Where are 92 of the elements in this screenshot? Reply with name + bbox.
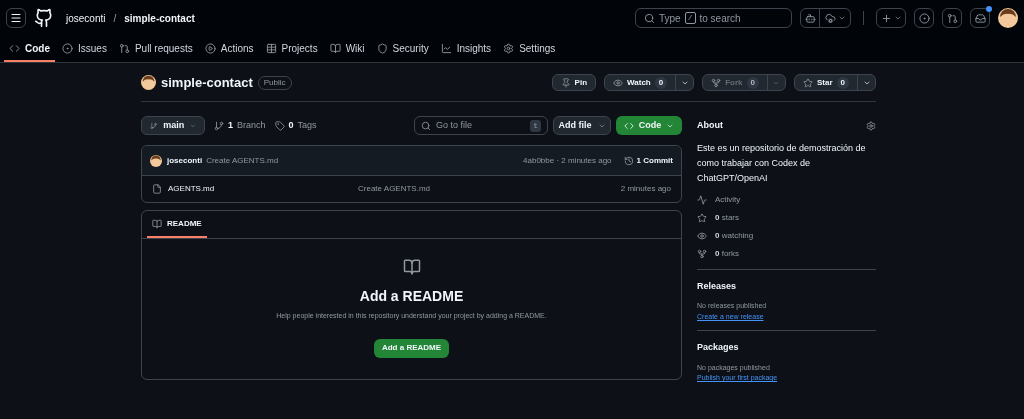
caret-icon — [837, 14, 846, 22]
commit-author[interactable]: joseconti — [167, 154, 203, 167]
go-to-file-field[interactable]: Go to file t — [414, 116, 548, 135]
about-heading: About — [697, 119, 723, 132]
repo-tab[interactable]: Issues — [57, 36, 112, 62]
repo-tab[interactable]: Security — [371, 36, 434, 62]
commits-link[interactable]: 1 Commit — [623, 154, 673, 167]
gear-icon — [503, 42, 515, 54]
repo-tab[interactable]: Wiki — [324, 36, 370, 62]
repo-tab[interactable]: Actions — [199, 36, 259, 62]
file-time: 2 minutes ago — [620, 183, 671, 195]
create-new-button[interactable] — [876, 8, 906, 28]
file-icon — [152, 184, 162, 194]
add-file-button[interactable]: Add file — [553, 116, 611, 135]
repo-tab[interactable]: Pull requests — [113, 36, 198, 62]
search-field[interactable]: Type / to search — [635, 8, 792, 28]
counter: 0 — [836, 76, 849, 89]
cloud-icon — [824, 12, 836, 24]
fork-icon — [711, 77, 722, 88]
counter: 0 — [654, 76, 668, 89]
repo-title: simple-contact — [161, 73, 253, 92]
file-commit-message[interactable]: Create AGENTS.md — [358, 183, 431, 195]
file-name[interactable]: AGENTS.md — [168, 183, 358, 195]
chart-icon — [440, 42, 452, 54]
book-icon — [402, 258, 421, 276]
table-icon — [265, 42, 277, 54]
branch-icon — [214, 120, 224, 131]
about-stat-link[interactable]: 0 watching — [697, 229, 876, 243]
search-icon — [421, 120, 431, 131]
owner-avatar — [141, 75, 156, 90]
search-placeholder: to search — [699, 11, 741, 26]
counter: 0 — [746, 76, 759, 89]
user-avatar — [998, 8, 1018, 28]
pull-request-icon — [946, 12, 958, 24]
readme-tab[interactable]: README — [147, 211, 207, 238]
book-icon — [329, 42, 341, 54]
history-icon — [623, 155, 634, 166]
repo-tab[interactable]: Insights — [435, 36, 497, 62]
code-icon — [9, 42, 20, 54]
inbox-icon — [974, 12, 986, 24]
repo-tab[interactable]: Projects — [260, 36, 323, 62]
code-button[interactable]: Code — [616, 116, 682, 135]
star-icon — [697, 213, 707, 223]
shortcut-key: t — [530, 119, 541, 132]
about-description: Este es un repositorio de demostración de como trabajar con Codex de ChatGPT/OpenAI — [697, 141, 867, 185]
repo-tab[interactable]: Settings — [498, 36, 561, 62]
about-stat-link[interactable]: Activity — [697, 193, 876, 207]
commit-hash-time: 4ab0bbe · 2 minutes ago — [523, 154, 612, 167]
repo-tab[interactable]: Code — [4, 36, 55, 62]
github-logo-icon[interactable] — [34, 8, 54, 28]
fork-icon — [697, 249, 707, 259]
tag-icon — [274, 120, 285, 131]
packages-heading: Packages — [697, 341, 740, 354]
book-icon — [152, 218, 162, 229]
repo-link[interactable]: simple-contact — [124, 10, 195, 26]
eye-icon — [697, 231, 707, 241]
about-stat-link[interactable]: 0 stars — [697, 211, 876, 225]
code-icon — [623, 120, 634, 131]
branch-icon — [150, 120, 158, 131]
menu-button[interactable] — [6, 8, 26, 28]
issues-button[interactable] — [914, 8, 934, 28]
shield-icon — [376, 42, 388, 54]
about-stat-link[interactable]: 0 forks — [697, 247, 876, 261]
menu-icon — [10, 12, 22, 24]
releases-heading: Releases — [697, 279, 738, 293]
search-icon — [644, 12, 655, 24]
circle-dot-icon — [918, 12, 930, 24]
gear-icon[interactable] — [866, 120, 876, 131]
commit-message[interactable]: Create AGENTS.md — [206, 154, 279, 167]
plus-icon — [880, 12, 892, 24]
field-placeholder: Go to file — [436, 118, 473, 132]
readme-heading: Add a README — [359, 287, 464, 306]
tags-link[interactable]: 0 Tags — [274, 118, 317, 133]
path-separator: / — [113, 11, 117, 26]
shortcut-key: / — [684, 12, 696, 24]
owner-link[interactable]: joseconti — [66, 10, 106, 26]
activity-icon — [697, 195, 707, 205]
pin-button[interactable]: Pin — [552, 75, 596, 90]
eye-icon — [613, 77, 624, 88]
star-icon — [803, 77, 813, 88]
search-placeholder: Type — [659, 11, 681, 26]
robot-icon — [804, 12, 816, 24]
branch-selector[interactable]: main — [141, 116, 205, 135]
circle-dot-icon — [62, 42, 73, 54]
pull-request-icon — [118, 42, 130, 54]
author-avatar — [150, 154, 162, 167]
add-readme-button[interactable]: Add a README — [373, 338, 450, 358]
branches-link[interactable]: 1 Branch — [214, 118, 266, 133]
caret-icon — [893, 14, 902, 22]
play-icon — [204, 42, 216, 54]
pull-requests-button[interactable] — [942, 8, 962, 28]
pin-icon — [560, 77, 571, 88]
